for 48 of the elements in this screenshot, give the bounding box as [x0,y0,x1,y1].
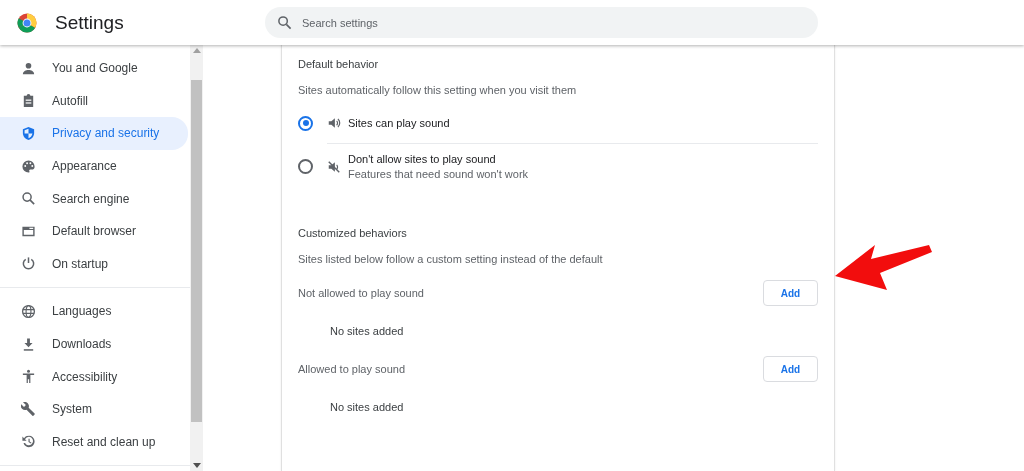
menu-item-icon [21,191,36,207]
scroll-up-icon[interactable] [192,48,201,53]
list-label: Not allowed to play sound [298,287,424,299]
menu-item-icon [21,126,36,141]
option-detail: Features that need sound won't work [348,168,529,180]
sidebar-item[interactable]: System [0,392,188,426]
section-heading: Default behavior [298,58,380,71]
menu-item-icon [21,369,36,385]
search-icon [277,15,292,30]
sidebar-item[interactable]: Autofill [0,84,188,118]
empty-list-text: No sites added [329,325,405,337]
sidebar-item[interactable]: You and Google [0,52,188,85]
sidebar-item[interactable]: Search engine [0,182,188,215]
menu-item-icon [21,336,36,352]
sidebar-item[interactable]: Downloads [0,327,188,361]
add-button[interactable]: Add [763,280,818,306]
app-title: Settings [55,11,125,34]
scroll-down-icon[interactable] [192,463,201,468]
muted-speaker-icon [327,159,341,174]
search-field[interactable]: Search settings [265,7,818,38]
menu-item-icon [21,401,36,417]
sidebar-item[interactable]: Appearance [0,149,188,183]
scrollbar[interactable] [190,45,203,471]
section-description: Sites automatically follow this setting when you visit them [298,84,578,96]
sidebar-item[interactable]: Accessibility [0,360,188,393]
radio-button[interactable] [298,115,313,131]
sidebar-item[interactable]: On startup [0,247,188,281]
option-label: Sites can play sound [348,117,450,129]
menu-item-icon [21,434,36,450]
menu-item-icon [21,256,36,272]
menu-item-icon [21,93,36,109]
speaker-icon [327,116,341,130]
menu-item-icon [21,303,36,319]
sidebar-item[interactable]: Privacy and security [0,117,188,150]
browser-logo-icon [17,12,37,33]
section-description: Sites listed below follow a custom setting instead of the default [298,253,604,265]
empty-list-text: No sites added [329,401,405,413]
radio-button[interactable] [298,159,313,174]
menu-item-icon [21,60,36,76]
sidebar-item[interactable]: Default browser [0,214,188,248]
menu-item-icon [21,158,36,174]
add-button[interactable]: Add [763,356,818,382]
list-label: Allowed to play sound [298,363,405,375]
sidebar-item[interactable]: Reset and clean up [0,425,188,459]
scrollbar-thumb[interactable] [191,79,202,422]
sidebar-item[interactable]: Languages [0,295,188,328]
option-label: Don't allow sites to play sound [348,153,497,165]
section-heading: Customized behaviors [298,227,408,240]
